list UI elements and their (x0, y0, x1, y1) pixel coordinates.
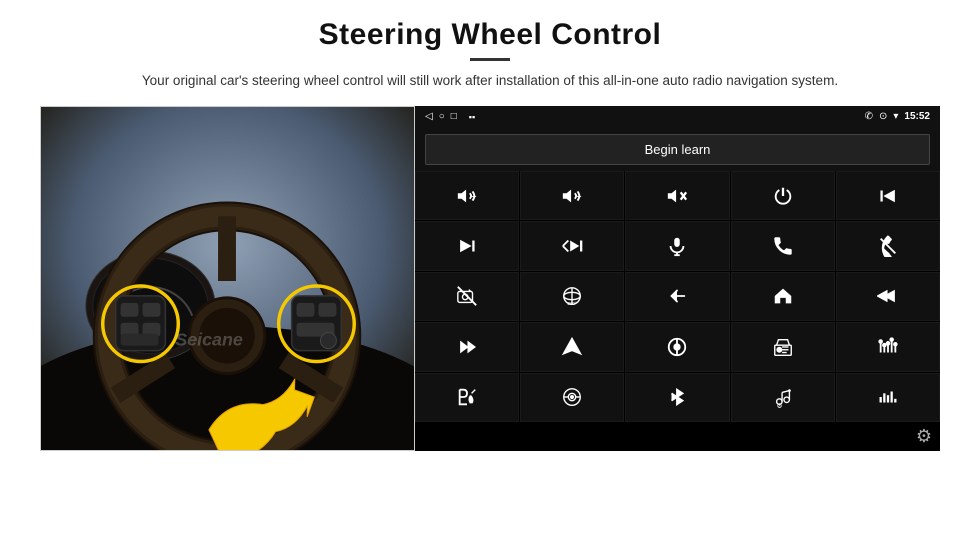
android-status-icons: ✆ ⊙ ▾ 15:52 (865, 111, 930, 122)
microphone-button[interactable] (625, 221, 729, 270)
source-button[interactable] (625, 322, 729, 371)
android-panel: ◁ ○ □ ▪▪ ✆ ⊙ ▾ 15:52 Begin learn (415, 106, 940, 451)
no-camera-button[interactable] (415, 272, 519, 321)
phone-icon: ✆ (865, 111, 873, 122)
mute-button[interactable] (625, 171, 729, 220)
fast-forward-button[interactable] (415, 322, 519, 371)
360-btn2[interactable] (520, 373, 624, 422)
location-icon: ⊙ (879, 111, 887, 122)
begin-learn-row: Begin learn (415, 128, 940, 171)
page-title: Steering Wheel Control (319, 18, 662, 52)
levels-button[interactable] (836, 373, 940, 422)
title-divider (470, 58, 510, 61)
pen-button[interactable] (415, 373, 519, 422)
content-row: Seicane ◁ ○ □ ▪▪ ✆ ⊙ ▾ 15:52 (40, 106, 940, 451)
music-settings-button[interactable]: ⚙ (731, 373, 835, 422)
vol-up-button[interactable]: + (415, 171, 519, 220)
svg-text:Seicane: Seicane (175, 330, 243, 350)
svg-text:+: + (472, 191, 477, 200)
bluetooth-button[interactable] (625, 373, 729, 422)
svg-text:360°: 360° (568, 302, 578, 307)
eq-button[interactable] (836, 322, 940, 371)
radio-button[interactable] (731, 322, 835, 371)
svg-text:−: − (577, 191, 582, 200)
clock: 15:52 (904, 111, 930, 122)
svg-text:⚙: ⚙ (776, 403, 782, 408)
page-subtitle: Your original car's steering wheel contr… (142, 71, 838, 92)
skip-forward-button[interactable] (415, 221, 519, 270)
phone-call-button[interactable] (731, 221, 835, 270)
360-view-button[interactable]: 360° (520, 272, 624, 321)
power-button[interactable] (731, 171, 835, 220)
prev-track-button[interactable] (836, 171, 940, 220)
settings-gear-icon[interactable]: ⚙ (916, 426, 932, 447)
signal-icon: ▪▪ (469, 112, 475, 122)
begin-learn-button[interactable]: Begin learn (425, 134, 930, 165)
steering-wheel-image: Seicane (40, 106, 415, 451)
gear-row: ⚙ (415, 422, 940, 451)
android-nav-icons: ◁ ○ □ ▪▪ (425, 111, 475, 122)
back-nav-icon[interactable]: ◁ (425, 111, 433, 122)
hang-up-button[interactable] (836, 221, 940, 270)
control-icon-grid: + − (415, 171, 940, 422)
back-button[interactable] (625, 272, 729, 321)
android-status-bar: ◁ ○ □ ▪▪ ✆ ⊙ ▾ 15:52 (415, 106, 940, 128)
navigation-button[interactable] (520, 322, 624, 371)
home-nav-icon[interactable]: ○ (439, 111, 445, 122)
vol-down-button[interactable]: − (520, 171, 624, 220)
wifi-icon: ▾ (893, 111, 898, 122)
home-button[interactable] (731, 272, 835, 321)
recents-nav-icon[interactable]: □ (451, 111, 457, 122)
skip-back-button[interactable] (836, 272, 940, 321)
skip-next-button[interactable] (520, 221, 624, 270)
